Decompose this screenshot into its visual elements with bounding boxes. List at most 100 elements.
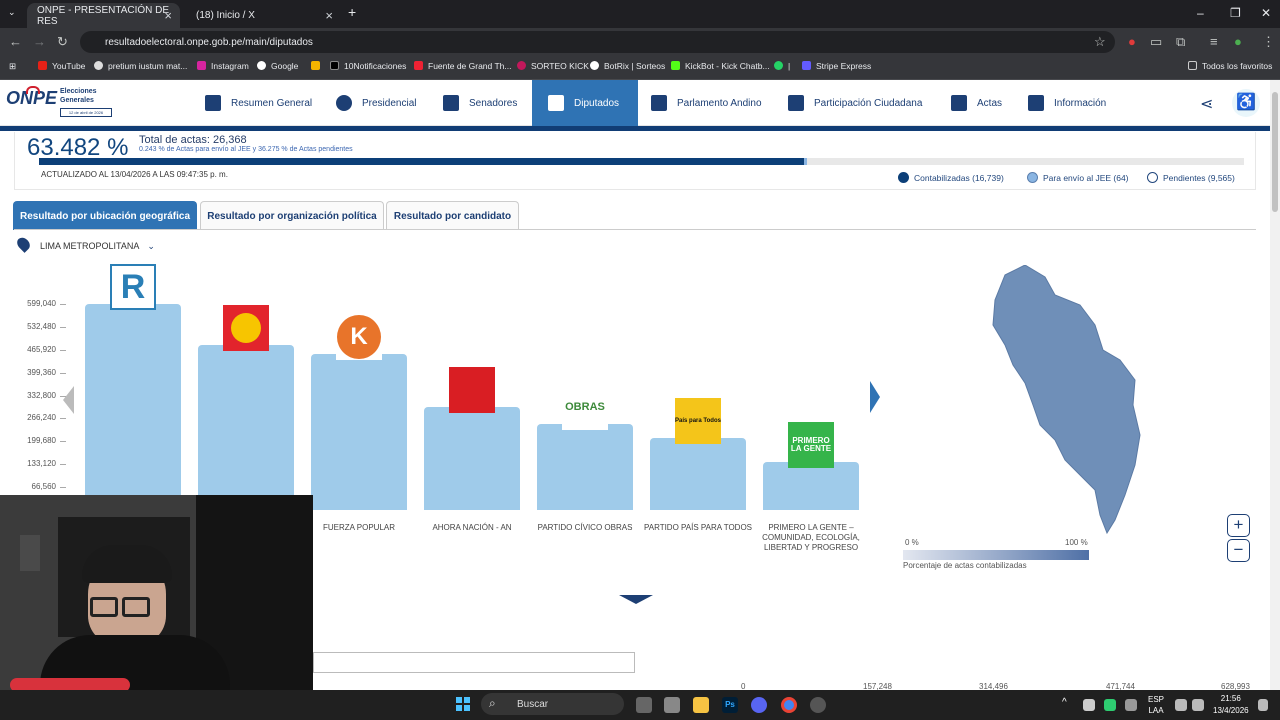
zoom-in-button[interactable]: + <box>1227 514 1250 537</box>
bookmark-botrix[interactable]: BotRix | Sorteos <box>590 61 665 71</box>
accessibility-icon[interactable]: ♿ <box>1232 89 1260 117</box>
bookmark-instagram[interactable]: Instagram <box>197 61 249 71</box>
chart-prev-icon[interactable] <box>63 386 74 414</box>
gradient-min-label: 0 % <box>905 538 919 547</box>
menu-informacion[interactable]: Información <box>1028 80 1106 126</box>
tray-icon[interactable] <box>1104 699 1116 711</box>
tab-ubicacion[interactable]: Resultado por ubicación geográfica <box>13 201 197 230</box>
party-logo[interactable]: R <box>110 264 156 310</box>
language-indicator[interactable]: ESP LAA <box>1148 694 1164 716</box>
tab-onpe[interactable]: ONPE - PRESENTACIÓN DE RES × <box>27 3 180 28</box>
bookmark-icon[interactable] <box>311 61 325 71</box>
map-region[interactable] <box>992 265 1141 535</box>
microphone-tray-icon[interactable] <box>1125 699 1137 711</box>
apps-icon[interactable]: ⊞ <box>9 61 16 72</box>
app-icon[interactable] <box>664 697 680 713</box>
new-tab-icon[interactable]: + <box>348 4 356 20</box>
bookmark-all-favorites[interactable]: Todos los favoritos <box>1188 61 1272 71</box>
menu-senadores[interactable]: Senadores <box>443 80 517 126</box>
tab-organizacion[interactable]: Resultado por organización política <box>200 201 384 230</box>
chart-bar[interactable] <box>85 304 181 510</box>
bottom-axis-tick: 628,993 <box>1221 682 1250 690</box>
tab-x[interactable]: (18) Inicio / X × <box>186 3 341 28</box>
tab-label: ONPE - PRESENTACIÓN DE RES <box>37 4 170 27</box>
bookmark-youtube[interactable]: YouTube <box>38 61 85 71</box>
chart-bar[interactable] <box>424 406 520 510</box>
menu-icon[interactable]: ⋮ <box>1262 34 1275 50</box>
back-icon[interactable]: ← <box>9 34 22 49</box>
page-scrollbar[interactable] <box>1270 80 1280 690</box>
bookmark-stripe[interactable]: Stripe Express <box>802 61 871 71</box>
chrome-icon[interactable] <box>781 697 797 713</box>
party-logo[interactable] <box>223 304 269 351</box>
close-icon[interactable]: × <box>164 8 172 23</box>
tray-icon[interactable] <box>1083 699 1095 711</box>
menu-diputados[interactable]: Diputados <box>532 80 638 126</box>
taskbar-search[interactable]: ⌕ Buscar <box>481 693 624 715</box>
url-input[interactable]: resultadoelectoral.onpe.gob.pe/main/dipu… <box>80 31 1115 53</box>
reload-icon[interactable]: ↻ <box>57 34 68 50</box>
party-logo[interactable]: PRIMERO LA GENTE <box>788 421 834 468</box>
table-search-input[interactable] <box>313 652 635 673</box>
zoom-out-button[interactable]: − <box>1227 539 1250 562</box>
extension-icon[interactable]: ● <box>1128 34 1136 49</box>
party-logo[interactable] <box>449 366 495 413</box>
star-icon[interactable]: ☆ <box>1094 34 1106 50</box>
menu-actas[interactable]: Actas <box>951 80 1002 126</box>
tab-list-icon[interactable]: ⌄ <box>8 7 16 18</box>
chart-bar[interactable] <box>198 344 294 510</box>
y-tick-mark <box>60 441 66 443</box>
header-rule <box>0 126 1270 131</box>
file-explorer-icon[interactable] <box>693 697 709 713</box>
menu-participacion-ciudadana[interactable]: Participación Ciudadana <box>788 80 922 126</box>
party-logo[interactable]: OBRAS <box>562 384 608 431</box>
network-icon[interactable] <box>1175 699 1187 711</box>
taskbar-clock[interactable]: 21:56 13/4/2026 <box>1213 693 1249 717</box>
bookmark-pretium[interactable]: pretium iustum mat... <box>94 61 187 71</box>
task-view-icon[interactable] <box>636 697 652 713</box>
notification-icon[interactable] <box>1258 699 1268 711</box>
y-tick-mark <box>60 464 66 466</box>
y-tick-mark <box>60 487 66 489</box>
volume-icon[interactable] <box>1192 699 1204 711</box>
forward-icon[interactable]: → <box>33 34 46 49</box>
bookmark-whatsapp[interactable]: | <box>774 61 790 71</box>
menu-parlamento-andino[interactable]: Parlamento Andino <box>651 80 762 126</box>
bookmark-10notificaciones[interactable]: 10Notificaciones <box>330 61 406 71</box>
party-logo[interactable]: K <box>336 313 382 360</box>
tab-candidato[interactable]: Resultado por candidato <box>386 201 519 230</box>
chart-bar[interactable] <box>763 461 859 510</box>
chart-bar[interactable] <box>537 424 633 510</box>
windows-start-icon[interactable] <box>456 697 470 711</box>
minimize-icon[interactable]: – <box>1197 6 1204 20</box>
chart-bar[interactable] <box>650 438 746 510</box>
chart-next-icon[interactable] <box>870 381 880 413</box>
menu-presidencial[interactable]: Presidencial <box>336 80 416 126</box>
y-tick-label: 199,680 <box>27 436 56 446</box>
restore-icon[interactable]: ❐ <box>1230 6 1241 20</box>
extension-icon[interactable]: ▭ <box>1150 34 1162 50</box>
bookmark-sorteo-kick[interactable]: SORTEO KICK <box>517 61 589 71</box>
scrollbar-thumb[interactable] <box>1272 92 1278 212</box>
menu-resumen-general[interactable]: Resumen General <box>205 80 312 126</box>
bookmark-google[interactable]: Google <box>257 61 298 71</box>
tray-chevron-icon[interactable]: ^ <box>1062 697 1067 708</box>
close-icon[interactable]: × <box>325 8 333 23</box>
media-icon[interactable]: ≡ <box>1210 34 1218 49</box>
photoshop-icon[interactable]: Ps <box>722 697 738 713</box>
chevron-down-icon: ⌄ <box>147 241 155 251</box>
app-icon[interactable] <box>810 697 826 713</box>
extensions-icon[interactable]: ⧉ <box>1176 34 1185 50</box>
bookmark-grand-theft[interactable]: Fuente de Grand Th... <box>414 61 511 71</box>
window-close-icon[interactable]: ✕ <box>1261 6 1271 20</box>
chart-bar[interactable] <box>311 353 407 510</box>
avatar[interactable]: ● <box>1234 34 1242 49</box>
lima-map[interactable] <box>985 265 1155 535</box>
share-icon[interactable]: ⋖ <box>1200 94 1213 114</box>
bookmark-kickbot[interactable]: KickBot - Kick Chatb... <box>671 61 770 71</box>
total-actas: Total de actas: 26,368 <box>139 134 247 146</box>
discord-icon[interactable] <box>751 697 767 713</box>
location-select[interactable]: LIMA METROPOLITANA ⌄ <box>40 241 155 252</box>
scroll-down-icon[interactable] <box>619 595 653 604</box>
party-logo[interactable]: País para Todos <box>675 398 721 445</box>
